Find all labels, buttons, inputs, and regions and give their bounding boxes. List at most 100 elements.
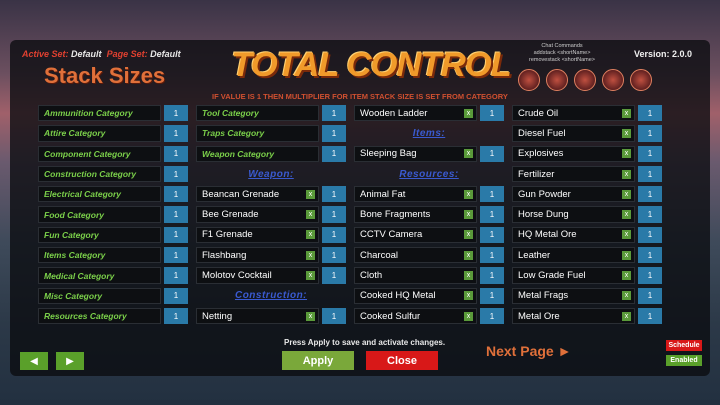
remove-item-button[interactable]: x — [622, 128, 631, 138]
row-name-cell: Sleeping Bag x — [354, 145, 477, 162]
remove-item-button[interactable]: x — [622, 108, 631, 118]
next-page-button[interactable]: Next Page ► — [486, 343, 571, 359]
remove-item-button[interactable]: x — [622, 149, 631, 159]
multiplier-input[interactable]: 1 — [480, 247, 504, 264]
multiplier-input[interactable]: 1 — [164, 125, 188, 142]
row-name-cell: Explosives x — [512, 145, 635, 162]
apply-note: Press Apply to save and activate changes… — [284, 338, 446, 347]
smelt-icon[interactable] — [546, 69, 568, 91]
multiplier-input[interactable]: 1 — [480, 105, 504, 122]
item-row: Molotov Cocktail x 1 — [196, 267, 346, 284]
multiplier-input[interactable]: 1 — [164, 307, 188, 325]
multiplier-input[interactable]: 1 — [638, 145, 662, 162]
category-label: Traps Category — [202, 128, 265, 139]
stack-icon[interactable] — [518, 69, 540, 91]
multiplier-input[interactable]: 1 — [480, 226, 504, 244]
multiplier-input[interactable]: 1 — [322, 186, 346, 203]
row-name-cell: Bee Grenade x — [196, 206, 319, 223]
multiplier-input[interactable]: 1 — [638, 247, 662, 264]
multiplier-input[interactable]: 1 — [480, 307, 504, 325]
craft-icon[interactable] — [602, 69, 624, 91]
multiplier-input[interactable]: 1 — [638, 267, 662, 284]
item-label: Horse Dung — [518, 209, 569, 221]
multiplier-input[interactable]: 1 — [638, 307, 662, 325]
row-name-cell: Metal Frags x — [512, 287, 635, 304]
multiplier-input[interactable]: 1 — [164, 105, 188, 122]
multiplier-input[interactable]: 1 — [322, 226, 346, 244]
remove-item-button[interactable]: x — [622, 230, 631, 240]
apply-button[interactable]: Apply — [282, 351, 354, 370]
remove-item-button[interactable]: x — [622, 291, 631, 301]
item-label: Metal Frags — [518, 290, 569, 302]
remove-item-button[interactable]: x — [306, 230, 315, 240]
category-row: Fun Category 1 — [38, 226, 188, 244]
category-row: Medical Category 1 — [38, 267, 188, 284]
multiplier-input[interactable]: 1 — [164, 247, 188, 264]
row-name-cell: Food Category — [38, 206, 161, 223]
remove-item-button[interactable]: x — [622, 311, 631, 321]
next-button[interactable]: ▶ — [56, 352, 84, 370]
multiplier-input[interactable]: 1 — [480, 145, 504, 162]
category-label: Construction Category — [44, 169, 137, 180]
remove-item-button[interactable]: x — [464, 108, 473, 118]
remove-item-button[interactable]: x — [622, 210, 631, 220]
remove-item-button[interactable]: x — [622, 169, 631, 179]
remove-item-button[interactable]: x — [464, 291, 473, 301]
remove-item-button[interactable]: x — [464, 271, 473, 281]
multiplier-input[interactable]: 1 — [322, 206, 346, 223]
close-button[interactable]: Close — [366, 351, 438, 370]
enabled-toggle[interactable]: Enabled — [666, 355, 702, 366]
row-name-cell: Fertilizer x — [512, 165, 635, 183]
multiplier-input[interactable]: 1 — [638, 226, 662, 244]
multiplier-input[interactable]: 1 — [322, 125, 346, 142]
multiplier-input[interactable]: 1 — [638, 165, 662, 183]
remove-item-button[interactable]: x — [306, 250, 315, 260]
item-row: Explosives x 1 — [512, 145, 662, 162]
icon-bar — [518, 69, 652, 91]
multiplier-input[interactable]: 1 — [638, 287, 662, 304]
multiplier-input[interactable]: 1 — [480, 186, 504, 203]
remove-item-button[interactable]: x — [464, 189, 473, 199]
multiplier-input[interactable]: 1 — [480, 267, 504, 284]
remove-item-button[interactable]: x — [306, 311, 315, 321]
multiplier-input[interactable]: 1 — [164, 165, 188, 183]
multiplier-input[interactable]: 1 — [480, 287, 504, 304]
multiplier-input[interactable]: 1 — [164, 145, 188, 162]
multiplier-input[interactable]: 1 — [638, 186, 662, 203]
item-label: Flashbang — [202, 249, 247, 261]
multiplier-input[interactable]: 1 — [638, 125, 662, 142]
schedule-button[interactable]: Schedule — [666, 340, 702, 351]
multiplier-input[interactable]: 1 — [480, 206, 504, 223]
multiplier-input[interactable]: 1 — [164, 226, 188, 244]
multiplier-input[interactable]: 1 — [164, 287, 188, 304]
multiplier-input[interactable]: 1 — [164, 186, 188, 203]
item-row: Cooked Sulfur x 1 — [354, 307, 504, 325]
multiplier-input[interactable]: 1 — [638, 105, 662, 122]
remove-item-button[interactable]: x — [464, 210, 473, 220]
item-row: Flashbang x 1 — [196, 247, 346, 264]
remove-item-button[interactable]: x — [306, 210, 315, 220]
remove-item-button[interactable]: x — [464, 311, 473, 321]
gather-icon[interactable] — [574, 69, 596, 91]
remove-item-button[interactable]: x — [464, 230, 473, 240]
remove-item-button[interactable]: x — [306, 271, 315, 281]
remove-item-button[interactable]: x — [622, 271, 631, 281]
multiplier-input[interactable]: 1 — [164, 206, 188, 223]
prev-button[interactable]: ◀ — [20, 352, 48, 370]
item-label: Cooked Sulfur — [360, 310, 421, 322]
remove-item-button[interactable]: x — [622, 250, 631, 260]
multiplier-input[interactable]: 1 — [164, 267, 188, 284]
remove-item-button[interactable]: x — [622, 189, 631, 199]
multiplier-input[interactable]: 1 — [322, 145, 346, 162]
settings-icon[interactable] — [630, 69, 652, 91]
remove-item-button[interactable]: x — [306, 189, 315, 199]
remove-item-button[interactable]: x — [464, 250, 473, 260]
multiplier-input[interactable]: 1 — [638, 206, 662, 223]
multiplier-input[interactable]: 1 — [322, 247, 346, 264]
remove-item-button[interactable]: x — [464, 149, 473, 159]
row-name-cell: Cooked Sulfur x — [354, 307, 477, 325]
multiplier-input[interactable]: 1 — [322, 307, 346, 325]
multiplier-input[interactable]: 1 — [322, 267, 346, 284]
multiplier-input[interactable]: 1 — [322, 105, 346, 122]
category-row: Misc Category 1 — [38, 287, 188, 304]
